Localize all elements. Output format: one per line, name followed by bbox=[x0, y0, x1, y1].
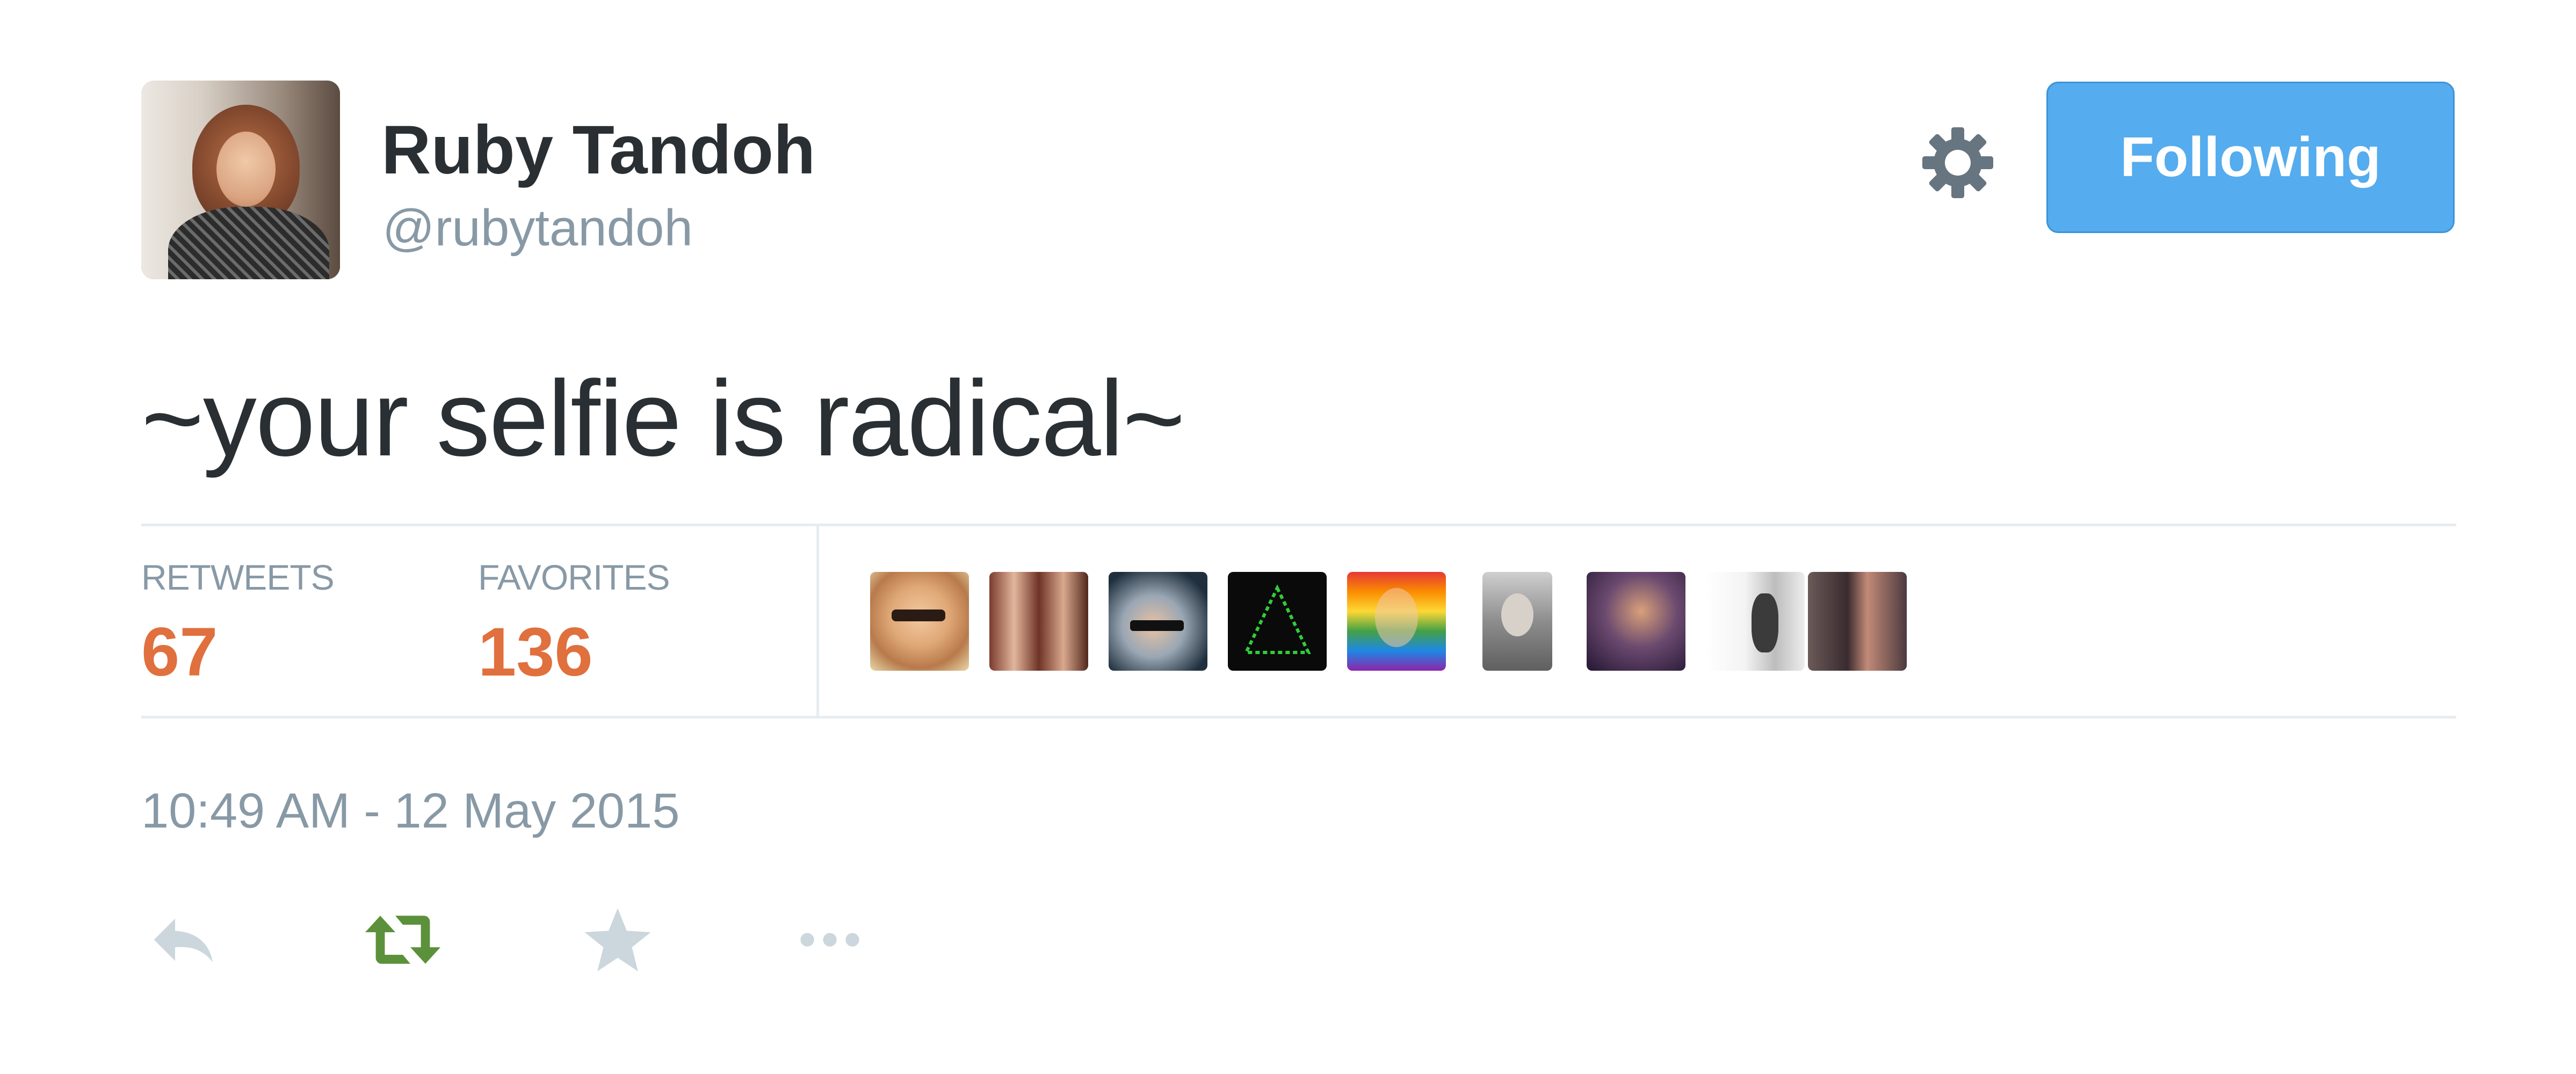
stats-vertical-divider bbox=[816, 526, 819, 716]
author-avatar[interactable] bbox=[141, 81, 340, 279]
gear-icon[interactable] bbox=[1917, 122, 1998, 203]
sunglasses bbox=[892, 609, 945, 621]
more-dots-icon[interactable] bbox=[790, 902, 870, 977]
reply-icon[interactable] bbox=[142, 902, 223, 977]
favoriter-avatar[interactable] bbox=[870, 572, 969, 671]
author-handle[interactable]: @rubytandoh bbox=[382, 196, 693, 260]
favoriter-avatar[interactable] bbox=[1587, 572, 1685, 671]
author-name[interactable]: Ruby Tandoh bbox=[381, 110, 815, 191]
favoriter-avatar[interactable] bbox=[1347, 572, 1446, 671]
retweets-count[interactable]: 67 bbox=[141, 612, 218, 693]
favoriter-avatar[interactable] bbox=[1109, 572, 1207, 671]
tweet-timestamp[interactable]: 10:49 AM - 12 May 2015 bbox=[141, 781, 679, 840]
favoriter-avatar[interactable] bbox=[1228, 572, 1327, 671]
face-overlay bbox=[1375, 588, 1418, 647]
retweet-icon[interactable] bbox=[357, 902, 448, 977]
avatar-body bbox=[168, 207, 329, 279]
stats-divider-top bbox=[141, 524, 2456, 526]
favoriter-avatar[interactable] bbox=[989, 572, 1088, 671]
favoriter-avatar[interactable] bbox=[1808, 572, 1907, 671]
face-shape bbox=[1501, 593, 1533, 636]
triangle-logo-icon bbox=[1243, 584, 1311, 654]
avatar-face bbox=[216, 132, 276, 207]
favorites-count[interactable]: 136 bbox=[478, 612, 593, 693]
favoriters-avatar-list bbox=[870, 572, 1998, 674]
stats-divider-bottom bbox=[141, 716, 2456, 719]
star-icon[interactable] bbox=[577, 902, 658, 977]
tweet-text: ~your selfie is radical~ bbox=[141, 359, 1185, 478]
favoriter-avatar[interactable] bbox=[1706, 572, 1805, 671]
tweet-card: Ruby Tandoh @rubytandoh Following ~your … bbox=[0, 0, 2576, 1074]
favoriter-avatar[interactable] bbox=[1482, 572, 1552, 671]
favorites-label[interactable]: FAVORITES bbox=[478, 556, 670, 599]
retweets-label[interactable]: RETWEETS bbox=[141, 556, 335, 599]
figure-shape bbox=[1752, 593, 1778, 652]
following-button[interactable]: Following bbox=[2046, 82, 2455, 233]
glasses bbox=[1130, 620, 1184, 631]
